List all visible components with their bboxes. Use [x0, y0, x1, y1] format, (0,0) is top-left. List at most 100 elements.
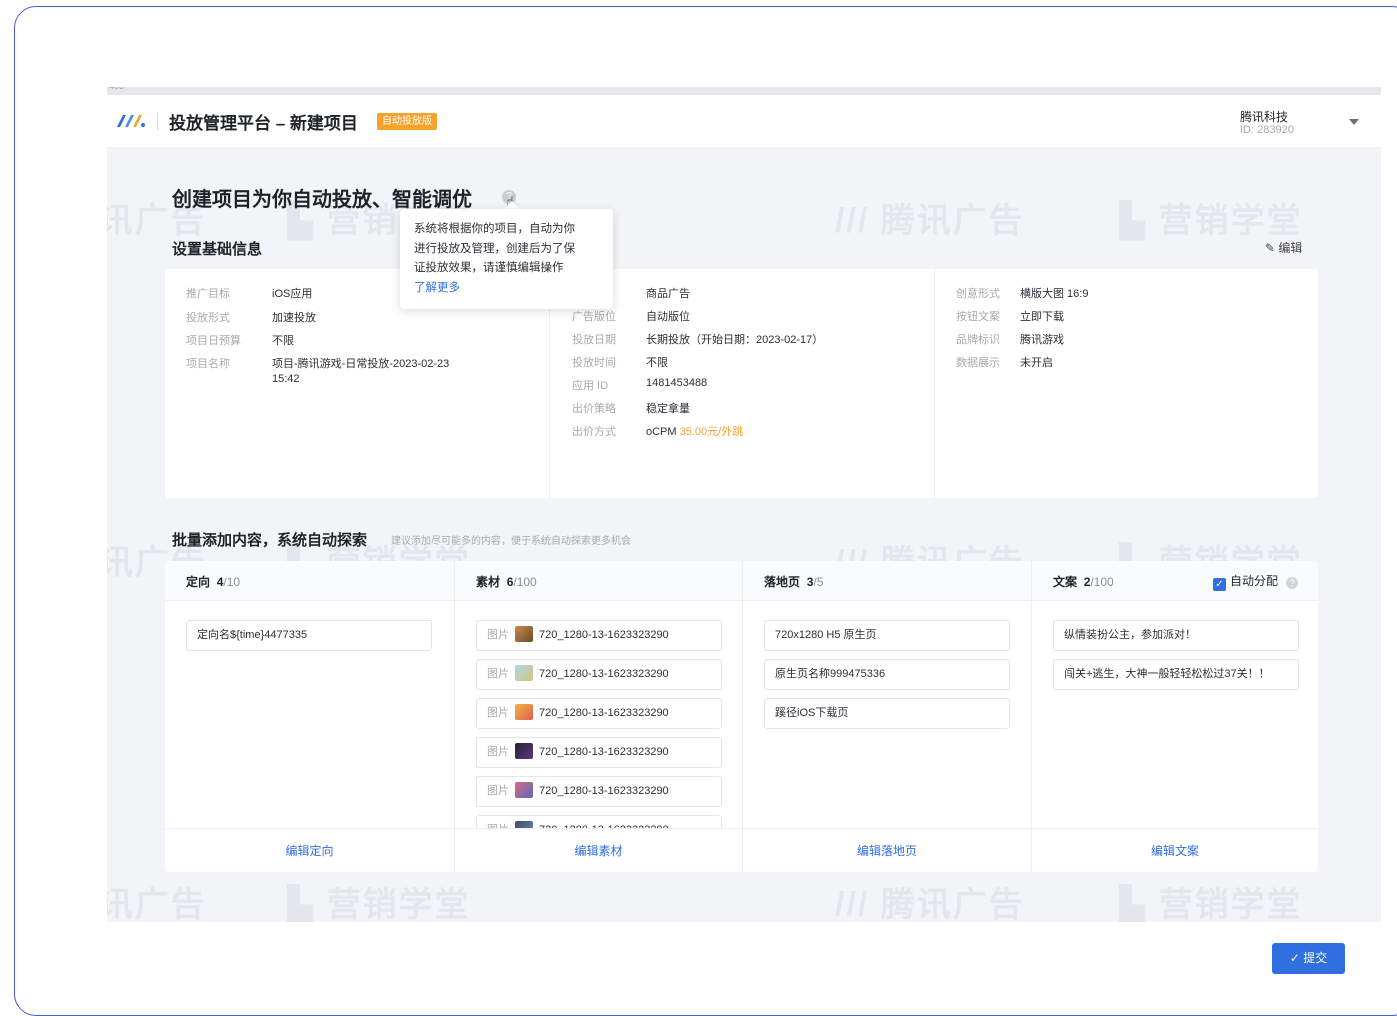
submit-button[interactable]: ✓ 提交: [1272, 943, 1345, 974]
account-name[interactable]: 腾讯科技: [1240, 108, 1288, 125]
column-items: 图片 720_1280-13-1623323290 图片 720_1280-13-1…: [455, 601, 742, 828]
info-key: 广告版位: [572, 311, 616, 323]
copywriting-column: 文案 2/100 ✓ 自动分配? 纵情装扮公主，参加派对！ 闯关+逃生，大神一般轻…: [1031, 561, 1318, 872]
info-value: 长期投放（开始日期：2023-02-17）: [646, 334, 824, 346]
column-header: 素材 6/100: [455, 561, 742, 601]
column-max: /100: [513, 575, 537, 589]
material-item[interactable]: 图片 720_1280-13-1623323290: [476, 620, 722, 651]
info-key: 出价方式: [572, 426, 616, 438]
thumbnail-image: [515, 743, 533, 759]
material-name: 720_1280-13-1623323290: [539, 785, 669, 797]
checkbox-checked-icon[interactable]: ✓: [1213, 578, 1226, 591]
material-column: 素材 6/100 图片 720_1280-13-1623323290 图片 720_…: [454, 561, 742, 872]
info-key: 项目日预算: [186, 335, 241, 347]
info-value: 横版大图 16:9: [1020, 288, 1089, 300]
info-value: 1481453488: [646, 377, 708, 389]
column-title: 文案: [1053, 575, 1078, 589]
image-tag: 图片: [487, 707, 509, 719]
info-value: 项目-腾讯游戏-日常投放-2023-02-23: [272, 358, 450, 370]
edit-landing-page-button[interactable]: 编辑落地页: [743, 828, 1031, 872]
page-header-title: 投放管理平台 – 新建项目: [169, 114, 358, 133]
edit-button[interactable]: ✎ 编辑: [1265, 239, 1302, 256]
check-icon: ✓: [1289, 951, 1300, 965]
info-key: 推广目标: [186, 288, 230, 300]
learn-more-link[interactable]: 了解更多: [414, 279, 599, 299]
edit-copy-button[interactable]: 编辑文案: [1032, 828, 1318, 872]
material-name: 720_1280-13-1623323290: [539, 668, 669, 680]
thumbnail-image: [515, 821, 533, 828]
landing-page-item[interactable]: 蹊径iOS下载页: [764, 698, 1010, 729]
info-column-3: 创意形式 横版大图 16:9 按钮文案 立即下载 品牌标识 腾讯游戏 数据展示 未开启: [934, 269, 1318, 498]
edit-material-button[interactable]: 编辑素材: [455, 828, 742, 872]
batch-hint: 建议添加尽可能多的内容，便于系统自动探索更多机会: [391, 536, 631, 547]
info-value: 不限: [646, 357, 668, 369]
column-items: 720x1280 H5 原生页 原生页名称999475336 蹊径iOS下载页: [743, 601, 1031, 828]
thumbnail-image: [515, 665, 533, 681]
help-icon[interactable]: ?: [1286, 577, 1299, 589]
basic-info-card: 推广目标 iOS应用 投放形式 加速投放 项目日预算 不限 项目名称 项目-腾讯游戏-日…: [165, 269, 1318, 498]
column-items: 定向名${time}4477335: [165, 601, 454, 828]
watermark: ▙ 营销学堂: [1119, 886, 1303, 922]
info-value: 自动版位: [646, 311, 690, 323]
watermark: /// 腾讯广告: [835, 202, 1025, 240]
material-name: 720_1280-13-1623323290: [539, 746, 669, 758]
image-tag: 图片: [487, 746, 509, 758]
info-value: 腾讯游戏: [1020, 334, 1064, 346]
column-header: 文案 2/100 ✓ 自动分配?: [1032, 561, 1318, 601]
help-tooltip: 系统将根据你的项目，自动为你 进行投放及管理，创建后为了保 证投放效果，请谨慎编…: [400, 209, 613, 309]
material-name: 720_1280-13-1623323290: [539, 629, 669, 641]
info-key: 数据展示: [956, 357, 1000, 369]
pencil-icon: ✎: [1265, 241, 1276, 255]
app-window: 403 投放管理平台 – 新建项目 自动投放版 腾讯科技 ID: 283920 …: [107, 87, 1381, 922]
info-key: 出价策略: [572, 403, 616, 415]
info-value: iOS应用: [272, 288, 313, 300]
image-tag: 图片: [487, 668, 509, 680]
material-item[interactable]: 图片 720_1280-13-1623323290: [476, 659, 722, 690]
column-title: 落地页: [764, 575, 801, 589]
tooltip-line: 系统将根据你的项目，自动为你: [414, 223, 575, 235]
material-item[interactable]: 图片720_1280-13-1623323290: [476, 698, 722, 729]
image-tag: 图片: [487, 629, 509, 641]
info-key: 应用 ID: [572, 380, 609, 392]
account-id: ID: 283920: [1240, 124, 1294, 136]
info-key: 投放形式: [186, 312, 230, 324]
batch-title: 批量添加内容，系统自动探索: [172, 532, 368, 549]
edit-label: 编辑: [1278, 241, 1303, 255]
chevron-down-icon[interactable]: [1349, 119, 1359, 125]
watermark: /// 腾讯广告: [835, 886, 1025, 922]
targeting-column: 定向 4/10 定向名${time}4477335 编辑定向: [165, 561, 454, 872]
landing-page-item[interactable]: 720x1280 H5 原生页: [764, 620, 1010, 651]
watermark: /// 腾讯广告: [107, 886, 207, 922]
material-item[interactable]: 图片720_1280-13-1623323290: [476, 815, 722, 828]
landing-page-item[interactable]: 原生页名称999475336: [764, 659, 1010, 690]
basic-info-title: 设置基础信息: [172, 241, 263, 258]
info-key: 投放日期: [572, 334, 616, 346]
material-item[interactable]: 图片 720_1280-13-1623323290: [476, 737, 722, 768]
info-value: 商品广告: [646, 288, 690, 300]
targeting-item[interactable]: 定向名${time}4477335: [186, 620, 432, 651]
top-strip: 403: [107, 87, 1381, 95]
mode-badge: 自动投放版: [377, 113, 437, 130]
auto-assign-label: 自动分配: [1230, 574, 1279, 588]
info-value: 立即下载: [1020, 311, 1064, 323]
landing-page-column: 落地页 3/5 720x1280 H5 原生页 原生页名称999475336 蹊…: [742, 561, 1031, 872]
material-item[interactable]: 图片 720_1280-13-1623323290: [476, 776, 722, 807]
submit-label: 提交: [1303, 951, 1328, 965]
info-value: oCPM: [646, 426, 677, 438]
copy-item[interactable]: 闯关+逃生，大神一般轻轻松松过37关！！: [1053, 659, 1299, 690]
info-value: 未开启: [1020, 357, 1053, 369]
copy-item[interactable]: 纵情装扮公主，参加派对！: [1053, 620, 1299, 651]
logo-icon: [117, 115, 145, 127]
info-key: 按钮文案: [956, 311, 1000, 323]
column-title: 定向: [186, 575, 211, 589]
watermark: ▙ 营销学堂: [287, 886, 471, 922]
tooltip-line: 证投放效果，请谨慎编辑操作: [414, 262, 564, 274]
page-title: 创建项目为你自动投放、智能调优: [172, 189, 472, 211]
column-title: 素材: [476, 575, 501, 589]
image-tag: 图片: [487, 785, 509, 797]
column-max: /5: [813, 575, 824, 589]
auto-assign-toggle[interactable]: ✓ 自动分配?: [1213, 572, 1299, 591]
thumbnail-image: [515, 626, 533, 642]
batch-content-card: 定向 4/10 定向名${time}4477335 编辑定向 素材 6/100 …: [165, 561, 1318, 872]
edit-targeting-button[interactable]: 编辑定向: [165, 828, 454, 872]
